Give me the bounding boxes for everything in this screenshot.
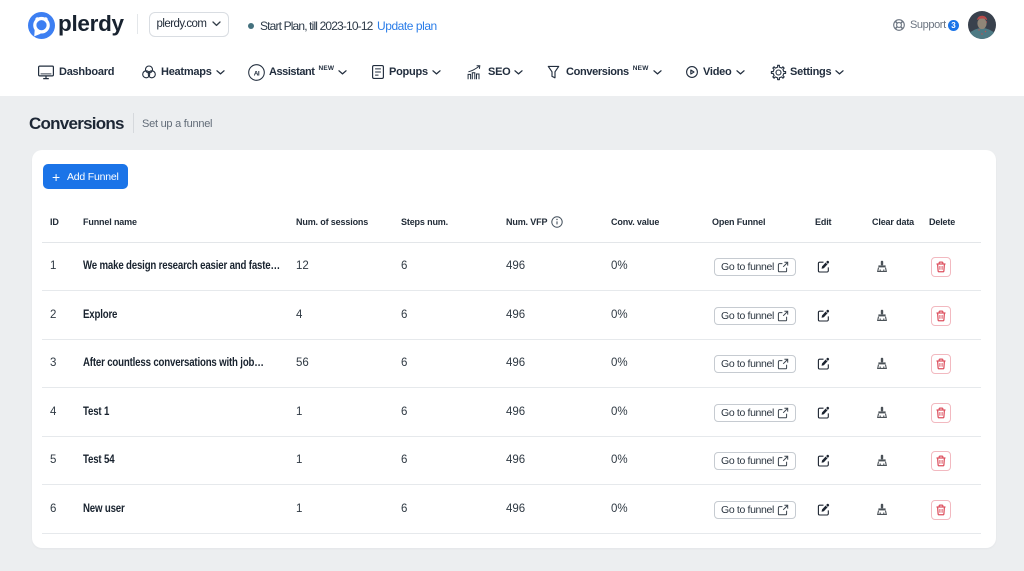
svg-text:AI: AI xyxy=(254,70,260,77)
